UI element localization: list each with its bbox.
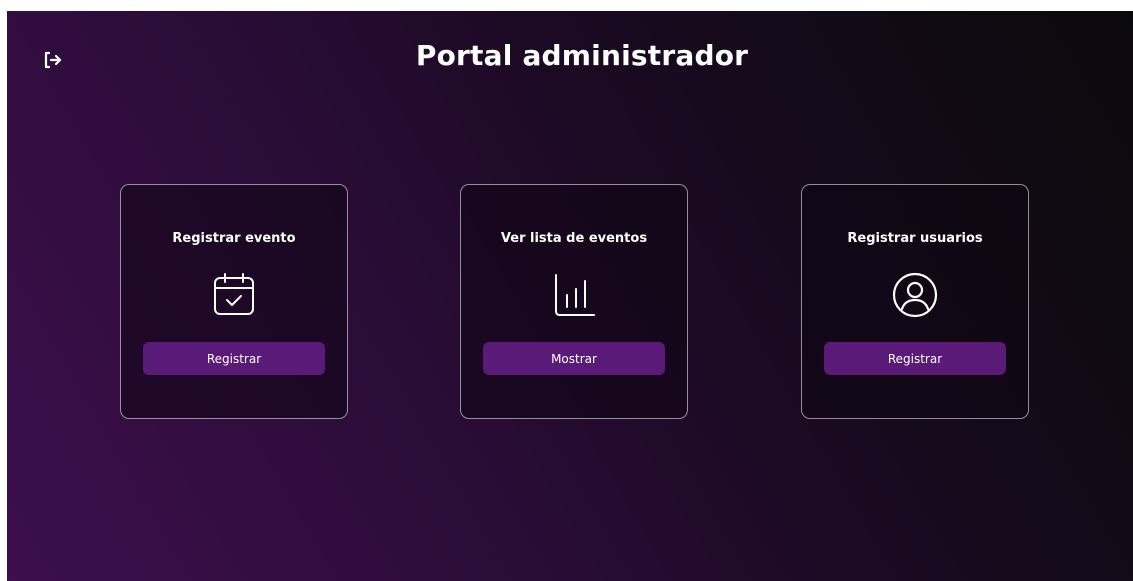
card-ver-lista-eventos: Ver lista de eventos Mostrar — [460, 184, 688, 419]
user-circle-icon — [891, 271, 939, 319]
card-registrar-evento: Registrar evento Registrar — [120, 184, 348, 419]
card-title: Ver lista de eventos — [500, 231, 648, 246]
card-registrar-usuarios: Registrar usuarios Registrar — [801, 184, 1029, 419]
app-frame: Portal administrador Registrar evento Re… — [7, 11, 1133, 581]
registrar-usuarios-button[interactable]: Registrar — [824, 342, 1006, 375]
page-title: Portal administrador — [415, 39, 749, 72]
registrar-evento-button[interactable]: Registrar — [143, 342, 325, 375]
bar-chart-icon — [550, 271, 598, 319]
calendar-check-icon — [210, 271, 258, 319]
mostrar-button[interactable]: Mostrar — [483, 342, 665, 375]
card-title: Registrar evento — [172, 231, 296, 246]
card-title: Registrar usuarios — [847, 231, 983, 246]
